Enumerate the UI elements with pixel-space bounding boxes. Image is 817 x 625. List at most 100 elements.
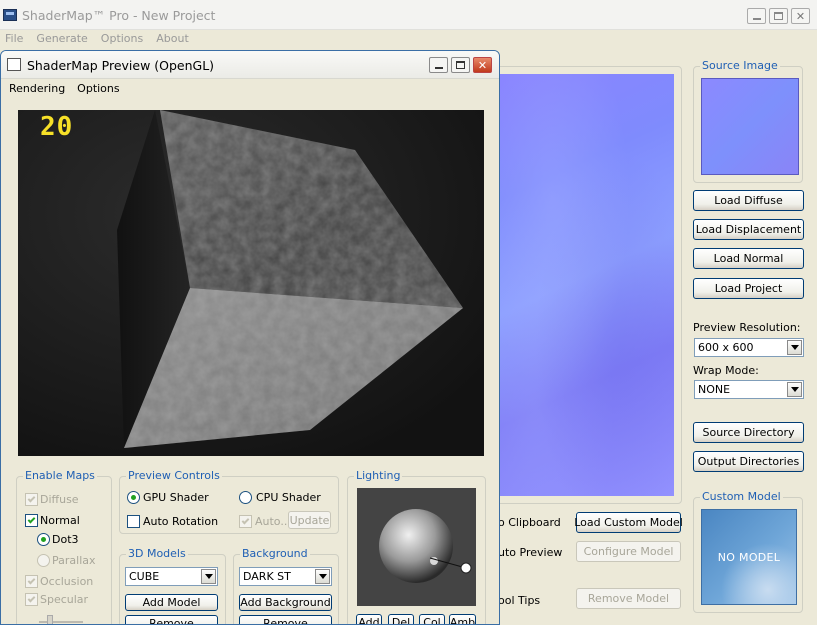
minimize-icon [434,66,443,69]
close-button[interactable]: ✕ [791,8,810,24]
3d-viewport[interactable]: 20 [18,110,484,456]
app-icon [3,9,17,21]
configure-model-button[interactable]: Configure Model [576,541,681,562]
menu-file[interactable]: File [5,30,23,48]
maximize-icon [774,12,783,20]
parallax-label: Parallax [52,554,96,567]
preview-resolution-value: 600 x 600 [698,341,754,354]
diffuse-checkbox[interactable] [25,493,38,506]
close-icon: ✕ [477,58,488,72]
minimize-button[interactable] [747,8,766,24]
auto-rotation-checkbox[interactable] [127,515,140,528]
preview-resolution-select[interactable]: 600 x 600 [694,338,804,357]
preview-minimize-button[interactable] [429,57,448,73]
slider-handle[interactable] [47,615,53,624]
parallax-radio[interactable] [37,554,50,567]
remove-background-button[interactable]: Remove [239,615,332,624]
menu-options[interactable]: Options [101,30,143,48]
dot3-label: Dot3 [52,533,79,546]
menu-generate[interactable]: Generate [36,30,87,48]
slider-track[interactable] [39,621,83,623]
update-button[interactable]: Update [288,511,331,529]
main-title-bar: ShaderMap™ Pro - New Project ✕ [0,0,817,30]
lighting-label: Lighting [354,469,403,482]
menu-about[interactable]: About [156,30,189,48]
add-background-button[interactable]: Add Background [239,594,332,611]
auto-rotation-label: Auto Rotation [143,515,219,528]
preview-window: ShaderMap Preview (OpenGL) ✕ Rendering O… [0,50,500,625]
main-window-controls: ✕ [747,8,810,24]
preview-title-bar: ShaderMap Preview (OpenGL) ✕ [1,51,499,79]
normal-label: Normal [40,514,80,527]
tool-tips-label[interactable]: ool Tips [498,594,540,607]
custom-model-label: Custom Model [700,490,783,503]
lighting-sphere [379,509,472,583]
occlusion-label: Occlusion [40,575,94,588]
preview-window-title: ShaderMap Preview (OpenGL) [27,58,215,73]
delete-light-button[interactable]: Del [388,614,414,624]
load-project-button[interactable]: Load Project [693,278,804,299]
normal-map-preview-image [500,74,674,496]
light-color-button[interactable]: Col [419,614,445,624]
auto-update-label: Auto... [255,515,291,528]
specular-label: Specular [40,593,89,606]
source-image-label: Source Image [700,59,780,72]
load-diffuse-button[interactable]: Load Diffuse [693,190,804,211]
add-light-button[interactable]: Add [356,614,382,624]
copy-to-clipboard-label[interactable]: o Clipboard [498,516,561,529]
cpu-shader-radio[interactable] [239,491,252,504]
main-menu-bar: File Generate Options About [0,30,817,48]
remove-3d-model-button[interactable]: Remove [125,615,218,624]
source-image-thumbnail[interactable] [701,78,799,175]
3d-model-select[interactable]: CUBE [125,567,218,586]
main-window-title: ShaderMap™ Pro - New Project [22,8,216,23]
menu-rendering[interactable]: Rendering [9,79,65,99]
auto-preview-label[interactable]: uto Preview [498,546,562,559]
ambient-light-button[interactable]: Amb [449,614,476,624]
background-select[interactable]: DARK ST [239,567,332,586]
preview-resolution-label: Preview Resolution: [693,321,801,334]
gpu-shader-label: GPU Shader [143,491,209,504]
source-directory-button[interactable]: Source Directory [693,422,804,443]
enable-maps-label: Enable Maps [23,469,97,482]
output-directories-button[interactable]: Output Directories [693,451,804,472]
background-value: DARK ST [243,570,291,583]
window-icon [7,58,21,71]
preview-close-button[interactable]: ✕ [473,57,492,73]
normal-checkbox[interactable] [25,514,38,527]
add-model-button[interactable]: Add Model [125,594,218,611]
maximize-icon [456,61,465,69]
dropdown-arrow-icon[interactable] [787,382,802,397]
close-icon: ✕ [795,9,806,23]
remove-model-button[interactable]: Remove Model [576,588,681,609]
diffuse-label: Diffuse [40,493,79,506]
fps-counter: 20 [40,112,74,142]
3d-model-value: CUBE [129,570,160,583]
background-label: Background [240,547,310,560]
dropdown-arrow-icon[interactable] [315,569,330,584]
lighting-preview[interactable] [357,488,476,606]
occlusion-checkbox[interactable] [25,575,38,588]
menu-preview-options[interactable]: Options [77,79,119,99]
wrap-mode-value: NONE [698,383,731,396]
cube-render [18,110,484,456]
preview-window-controls: ✕ [429,57,492,73]
maximize-button[interactable] [769,8,788,24]
auto-update-checkbox[interactable] [239,515,252,528]
preview-controls-label: Preview Controls [126,469,222,482]
dot3-radio[interactable] [37,533,50,546]
wrap-mode-select[interactable]: NONE [694,380,804,399]
cpu-shader-label: CPU Shader [256,491,321,504]
specular-checkbox[interactable] [25,593,38,606]
no-model-thumbnail: NO MODEL [701,509,797,605]
dropdown-arrow-icon[interactable] [787,340,802,355]
load-normal-button[interactable]: Load Normal [693,248,804,269]
wrap-mode-label: Wrap Mode: [693,364,759,377]
load-displacement-button[interactable]: Load Displacement [693,219,804,240]
dropdown-arrow-icon[interactable] [201,569,216,584]
3d-models-label: 3D Models [126,547,188,560]
load-custom-model-button[interactable]: Load Custom Model [574,512,683,533]
minimize-icon [752,17,761,20]
gpu-shader-radio[interactable] [127,491,140,504]
preview-maximize-button[interactable] [451,57,470,73]
